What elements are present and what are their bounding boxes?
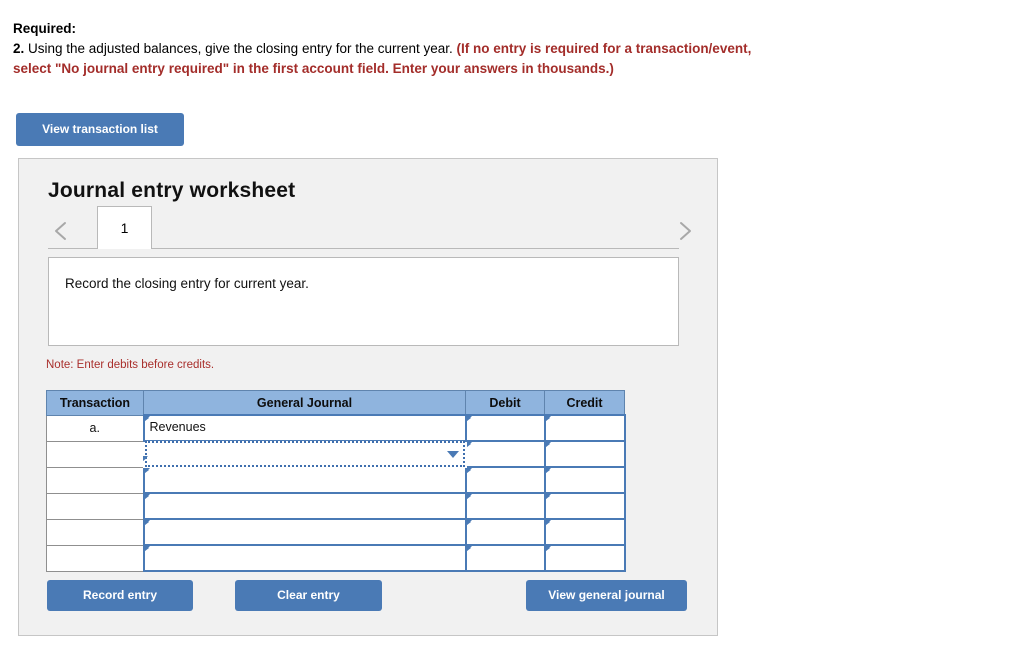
chevron-left-icon[interactable] — [49, 218, 75, 244]
cell-general-journal[interactable] — [142, 518, 467, 546]
cell-marker-icon — [144, 494, 150, 504]
cell-general-journal[interactable] — [142, 492, 467, 520]
cell-credit[interactable] — [543, 414, 626, 442]
table-row — [46, 544, 626, 572]
table-header-row: Transaction General Journal Debit Credit — [46, 390, 625, 416]
cell-debit[interactable] — [464, 414, 546, 442]
table-row — [46, 466, 626, 494]
tab-strip-baseline-left — [48, 248, 97, 249]
cell-transaction[interactable] — [46, 518, 144, 546]
question-line: 2. Using the adjusted balances, give the… — [13, 39, 1003, 59]
cell-general-journal-text: Revenues — [149, 420, 206, 434]
cell-marker-icon — [142, 456, 148, 466]
view-general-journal-button[interactable]: View general journal — [526, 580, 687, 611]
cell-credit[interactable] — [543, 518, 626, 546]
cell-credit[interactable] — [543, 544, 626, 572]
cell-marker-icon — [545, 546, 551, 556]
cell-debit[interactable] — [464, 518, 546, 546]
cell-marker-icon — [466, 546, 472, 556]
record-entry-button[interactable]: Record entry — [47, 580, 193, 611]
cell-transaction[interactable] — [46, 544, 144, 572]
cell-debit[interactable] — [464, 492, 546, 520]
cell-marker-icon — [466, 416, 472, 426]
account-select-field[interactable] — [144, 441, 465, 467]
cell-marker-icon — [144, 520, 150, 530]
cell-general-journal-selected[interactable] — [142, 440, 467, 468]
tab-strip-baseline-right — [152, 248, 679, 249]
cell-marker-icon — [466, 494, 472, 504]
cell-marker-icon — [466, 468, 472, 478]
table-row — [46, 440, 626, 468]
clear-entry-button[interactable]: Clear entry — [235, 580, 382, 611]
table-row: a. Revenues — [46, 414, 626, 442]
cell-marker-icon — [545, 416, 551, 426]
cell-credit[interactable] — [543, 440, 626, 468]
cell-general-journal[interactable]: Revenues — [142, 414, 467, 442]
chevron-down-icon[interactable] — [446, 451, 459, 458]
cell-marker-icon — [466, 442, 472, 452]
cell-debit[interactable] — [464, 544, 546, 572]
worksheet-title: Journal entry worksheet — [48, 179, 296, 202]
table-row — [46, 518, 626, 546]
entry-description-box: Record the closing entry for current yea… — [48, 257, 679, 346]
table-row — [46, 492, 626, 520]
instructions-block: Required: 2. Using the adjusted balances… — [13, 19, 1003, 79]
cell-marker-icon — [545, 520, 551, 530]
debits-before-credits-note: Note: Enter debits before credits. — [46, 359, 215, 371]
column-header-credit: Credit — [544, 390, 625, 416]
entry-description-text: Record the closing entry for current yea… — [65, 276, 309, 291]
cell-marker-icon — [144, 468, 150, 478]
cell-marker-icon — [545, 442, 551, 452]
column-header-transaction: Transaction — [46, 390, 144, 416]
hint-line-2: select "No journal entry required" in th… — [13, 61, 614, 76]
column-header-debit: Debit — [465, 390, 545, 416]
cell-transaction[interactable] — [46, 440, 144, 468]
cell-general-journal[interactable] — [142, 466, 467, 494]
question-text: Using the adjusted balances, give the cl… — [24, 41, 457, 56]
hint-line-1: (If no entry is required for a transacti… — [456, 41, 752, 56]
cell-transaction[interactable] — [46, 492, 144, 520]
cell-transaction[interactable] — [46, 466, 144, 494]
cell-marker-icon — [144, 546, 150, 556]
cell-credit[interactable] — [543, 466, 626, 494]
required-label: Required: — [13, 21, 77, 36]
cell-transaction[interactable]: a. — [46, 414, 144, 442]
cell-marker-icon — [545, 494, 551, 504]
cell-marker-icon — [466, 520, 472, 530]
journal-entry-worksheet-panel: Journal entry worksheet 1 Record the clo… — [18, 158, 718, 636]
cell-debit[interactable] — [464, 440, 546, 468]
cell-debit[interactable] — [464, 466, 546, 494]
cell-marker-icon — [545, 468, 551, 478]
worksheet-tab-1[interactable]: 1 — [97, 206, 152, 249]
journal-table-body: a. Revenues — [46, 414, 626, 572]
question-number: 2. — [13, 41, 25, 56]
cell-credit[interactable] — [543, 492, 626, 520]
view-transaction-list-button[interactable]: View transaction list — [16, 113, 184, 146]
chevron-right-icon[interactable] — [671, 218, 697, 244]
cell-general-journal[interactable] — [142, 544, 467, 572]
journal-entry-table: Transaction General Journal Debit Credit… — [46, 390, 626, 572]
column-header-general-journal: General Journal — [143, 390, 466, 416]
